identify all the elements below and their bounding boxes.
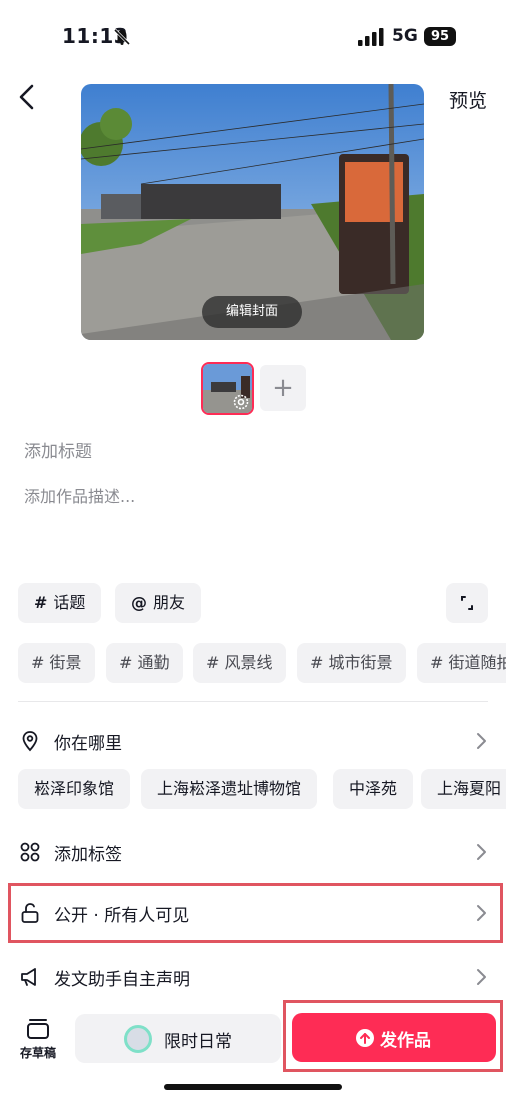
battery-level: 95	[424, 27, 456, 46]
at-icon: @	[131, 593, 147, 612]
chevron-right-icon	[477, 733, 486, 749]
divider	[18, 701, 488, 702]
publish-label: 发作品	[380, 1031, 431, 1051]
publish-button[interactable]: 发作品	[292, 1013, 496, 1062]
home-indicator	[164, 1084, 342, 1090]
topic-chip-label: 话题	[53, 593, 86, 612]
lock-open-icon	[21, 903, 39, 923]
hashtag-chip[interactable]: # 街道随拍	[417, 643, 506, 683]
title-input[interactable]: 添加标题	[24, 437, 484, 462]
location-label: 你在哪里	[54, 734, 122, 754]
chevron-right-icon	[477, 905, 486, 921]
chevron-right-icon	[477, 969, 486, 985]
chevron-left-icon[interactable]	[16, 84, 38, 110]
location-suggestion-chip[interactable]: 崧泽印象馆	[18, 769, 131, 809]
limited-daily-button[interactable]: 限时日常	[75, 1014, 281, 1063]
image-thumbnail[interactable]	[201, 362, 254, 415]
location-suggestion-chip[interactable]: 上海夏阳	[421, 769, 506, 809]
chevron-right-icon	[477, 844, 486, 860]
expand-editor-button[interactable]	[446, 583, 488, 623]
edit-cover-button[interactable]: 编辑封面	[202, 296, 302, 328]
add-tag-label: 添加标签	[54, 845, 122, 865]
hashtag-chip[interactable]: # 通勤	[106, 643, 183, 683]
signal-icon	[358, 28, 384, 46]
visibility-row[interactable]: 公开 · 所有人可见	[0, 889, 506, 937]
avatar	[124, 1025, 152, 1053]
location-pin-icon	[22, 731, 38, 752]
status-bar: 11:13 5G 95	[0, 0, 506, 70]
settings-icon	[233, 394, 249, 410]
declaration-row[interactable]: 发文助手自主声明	[0, 953, 506, 1001]
location-row[interactable]: 你在哪里	[0, 717, 506, 765]
drafts-icon	[27, 1019, 49, 1039]
upload-icon	[356, 1029, 374, 1047]
location-suggestion-chip[interactable]: 中泽苑	[333, 769, 414, 809]
add-tag-row[interactable]: 添加标签	[0, 828, 506, 876]
grid-icon	[20, 842, 40, 862]
hashtag-chip[interactable]: # 街景	[18, 643, 95, 683]
visibility-label: 公开 · 所有人可见	[54, 906, 190, 926]
description-input[interactable]: 添加作品描述...	[24, 483, 484, 507]
preview-button[interactable]: 预览	[449, 86, 487, 113]
bell-slash-icon	[113, 28, 131, 46]
mention-friend-chip[interactable]: @ 朋友	[115, 583, 202, 623]
add-image-button[interactable]: +	[260, 365, 306, 411]
declaration-label: 发文助手自主声明	[54, 970, 190, 990]
hashtag-chip[interactable]: # 风景线	[193, 643, 286, 683]
save-draft-label: 存草稿	[19, 1046, 56, 1060]
limited-daily-label: 限时日常	[164, 1032, 232, 1052]
megaphone-icon	[21, 968, 36, 986]
topic-chip[interactable]: # 话题	[18, 583, 102, 623]
location-suggestion-chip[interactable]: 上海崧泽遗址博物馆	[141, 769, 318, 809]
mention-chip-label: 朋友	[153, 593, 186, 612]
expand-icon	[461, 596, 473, 610]
hashtag-chip[interactable]: # 城市街景	[297, 643, 406, 683]
hash-icon: #	[34, 593, 48, 612]
save-draft-button[interactable]: 存草稿	[14, 1018, 62, 1064]
network-type: 5G	[392, 26, 418, 46]
